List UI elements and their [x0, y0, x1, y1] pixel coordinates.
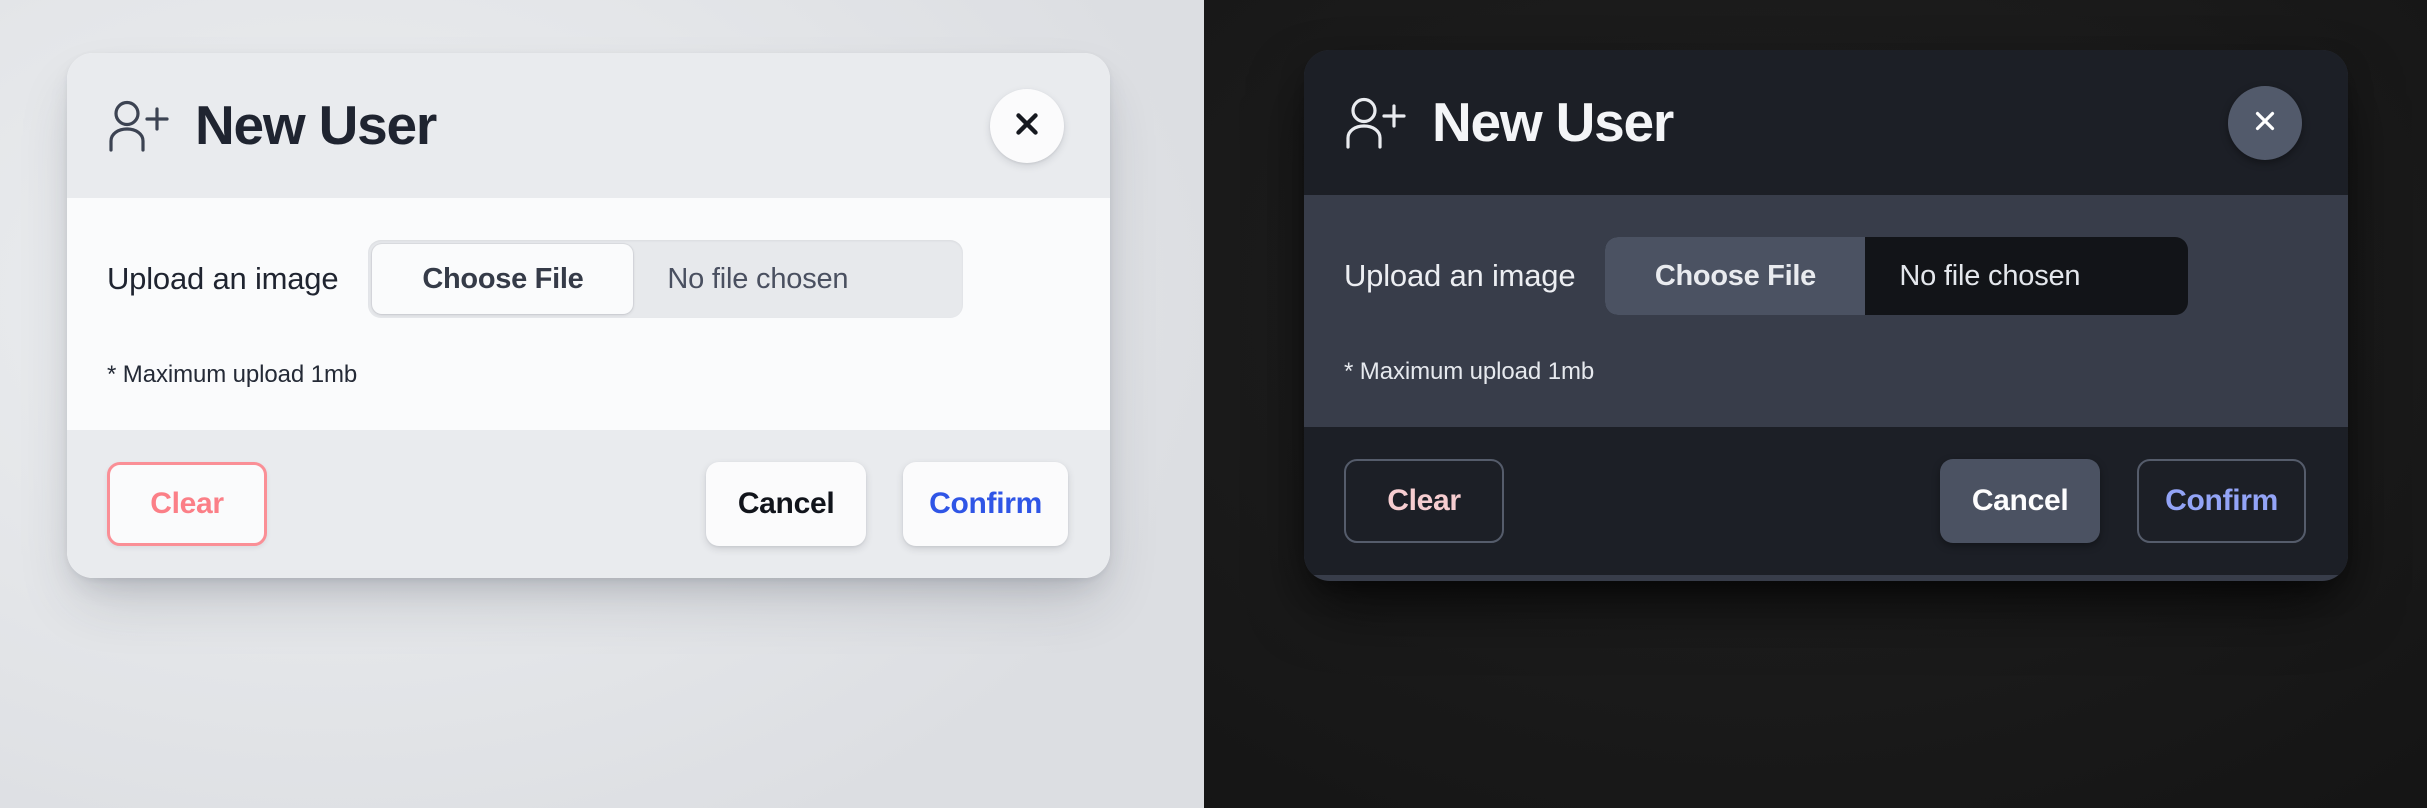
dark-dialog-wrap: New User Upload an image Choose File No … — [1303, 0, 2348, 808]
clear-button[interactable]: Clear — [1344, 459, 1504, 543]
page-title: New User — [1432, 91, 1674, 153]
upload-label: Upload an image — [107, 261, 339, 296]
dialog-title-group: New User — [1344, 95, 2228, 150]
file-name-text: No file chosen — [667, 262, 849, 295]
close-icon — [1012, 109, 1042, 142]
file-name-text: No file chosen — [1899, 259, 2081, 292]
confirm-button[interactable]: Confirm — [903, 462, 1068, 546]
user-plus-icon — [107, 100, 169, 152]
cancel-button[interactable]: Cancel — [1940, 459, 2101, 543]
close-button[interactable] — [990, 88, 1064, 163]
theme-comparison-stage: New User Upload an image Choose File No … — [0, 0, 2427, 808]
light-theme-panel-background: New User Upload an image Choose File No … — [0, 0, 1204, 808]
choose-file-button[interactable]: Choose File — [372, 244, 634, 314]
upload-row: Upload an image Choose File No file chos… — [1344, 237, 2308, 315]
dialog-header: New User — [67, 53, 1110, 198]
new-user-dialog-dark: New User Upload an image Choose File No … — [1304, 50, 2348, 581]
dialog-body: Upload an image Choose File No file chos… — [1304, 195, 2348, 427]
footer-action-group: Cancel Confirm — [1940, 459, 2306, 543]
upload-label: Upload an image — [1344, 258, 1576, 293]
dialog-footer: Clear Cancel Confirm — [67, 430, 1110, 578]
dark-theme-panel-background: New User Upload an image Choose File No … — [1204, 0, 2427, 808]
file-input[interactable]: Choose File No file chosen — [1605, 237, 2189, 315]
dialog-header: New User — [1304, 50, 2348, 195]
file-input[interactable]: Choose File No file chosen — [368, 240, 964, 318]
new-user-dialog-light: New User Upload an image Choose File No … — [67, 53, 1110, 578]
dialog-footer: Clear Cancel Confirm — [1304, 427, 2348, 575]
confirm-button[interactable]: Confirm — [2137, 459, 2306, 543]
close-icon — [2250, 106, 2280, 139]
dialog-title-group: New User — [107, 98, 990, 153]
upload-hint: * Maximum upload 1mb — [107, 361, 358, 388]
cancel-button[interactable]: Cancel — [706, 462, 867, 546]
clear-button[interactable]: Clear — [107, 462, 267, 546]
user-plus-icon — [1344, 97, 1406, 149]
choose-file-button[interactable]: Choose File — [1605, 237, 1866, 315]
upload-row: Upload an image Choose File No file chos… — [107, 240, 1070, 318]
upload-hint: * Maximum upload 1mb — [1344, 358, 1595, 385]
dialog-body: Upload an image Choose File No file chos… — [67, 198, 1110, 430]
page-title: New User — [195, 94, 437, 156]
footer-action-group: Cancel Confirm — [706, 462, 1068, 546]
close-button[interactable] — [2228, 85, 2302, 160]
